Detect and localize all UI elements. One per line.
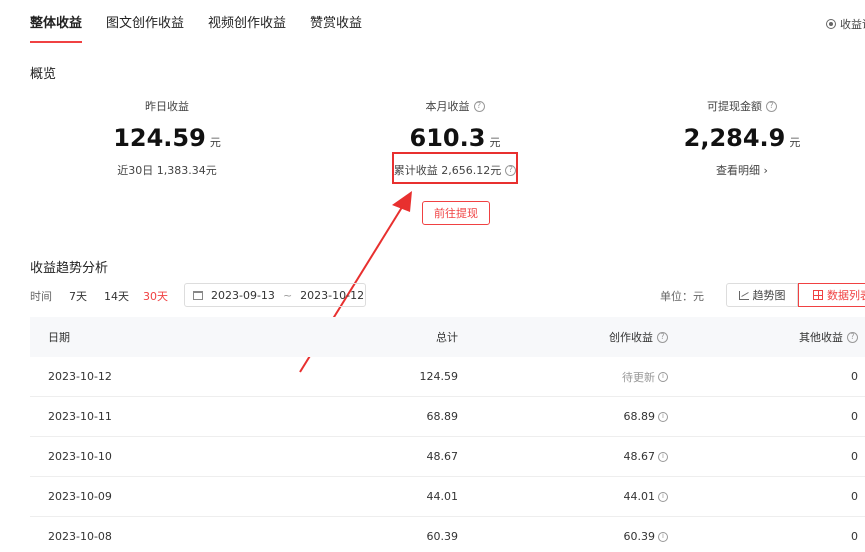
end-date: 2023-10-12 — [300, 288, 365, 302]
col-creation: 创作收益 ? — [458, 329, 668, 345]
info-circle-icon — [826, 19, 836, 29]
income-explain-link[interactable]: 收益说 — [826, 16, 865, 32]
trend-title: 收益趋势分析 — [30, 261, 109, 276]
cell-creation-value: 48.67 — [623, 450, 656, 463]
cell-creation: 44.01 i — [458, 490, 668, 503]
table-row: 2023-10-09 44.01 44.01 i 0 — [30, 477, 865, 517]
tab-video-income[interactable]: 视频创作收益 — [208, 12, 286, 43]
table-header: 日期 总计 创作收益 ? 其他收益 ? — [30, 317, 865, 357]
yesterday-value: 124.59 — [113, 124, 206, 152]
start-date: 2023-09-13 — [211, 288, 275, 302]
unit-label: 单位：元 — [660, 290, 704, 303]
cell-date: 2023-10-09 — [48, 490, 112, 503]
range-7d[interactable]: 7天 — [69, 288, 87, 304]
month-value: 610.3 — [409, 124, 486, 152]
withdrawable-value: 2,284.9 — [683, 124, 786, 152]
data-list-button[interactable]: 数据列表 — [798, 283, 865, 307]
info-icon[interactable]: i — [658, 451, 668, 462]
tab-overall-income[interactable]: 整体收益 — [30, 12, 83, 43]
col-date: 日期 — [48, 331, 70, 344]
cell-date: 2023-10-12 — [48, 370, 112, 383]
yesterday-unit: 元 — [209, 136, 221, 149]
cell-creation-value: 60.39 — [623, 530, 656, 543]
withdrawable-label: 可提现金额 — [707, 100, 762, 113]
cell-total: 44.01 — [426, 490, 459, 503]
col-total: 总计 — [436, 331, 458, 344]
stat-yesterday: 昨日收益 124.59 元 近30日 1,383.34元 — [57, 98, 277, 178]
help-icon[interactable]: ? — [847, 331, 858, 343]
cell-other: 0 — [851, 530, 858, 543]
cell-other: 0 — [851, 410, 858, 423]
month-label: 本月收益 — [425, 100, 470, 113]
yesterday-label: 昨日收益 — [145, 100, 189, 113]
cell-creation-value: 待更新 — [622, 370, 655, 384]
info-icon[interactable]: i — [658, 371, 668, 382]
info-icon[interactable]: i — [658, 491, 668, 502]
info-icon[interactable]: i — [658, 531, 668, 542]
table-icon — [813, 290, 823, 300]
cell-date: 2023-10-08 — [48, 530, 112, 543]
tab-tip-income[interactable]: 赞赏收益 — [310, 12, 362, 43]
time-label: 时间 — [30, 290, 52, 303]
help-icon[interactable]: ? — [473, 100, 485, 112]
income-table: 日期 总计 创作收益 ? 其他收益 ? 2023-10-12 124.59 待更新 i… — [30, 317, 865, 552]
cell-creation: 60.39 i — [458, 530, 668, 543]
cell-other: 0 — [851, 450, 858, 463]
trend-chart-button[interactable]: 趋势图 — [726, 283, 798, 307]
income-tabs: 整体收益 图文创作收益 视频创作收益 赞赏收益 — [30, 12, 362, 43]
tab-article-income[interactable]: 图文创作收益 — [106, 12, 184, 43]
cell-date: 2023-10-11 — [48, 410, 112, 423]
data-list-label: 数据列表 — [827, 290, 865, 302]
trend-chart-label: 趋势图 — [752, 290, 786, 302]
date-range-picker[interactable]: 2023-09-13 ~ 2023-10-12 — [184, 283, 366, 307]
range-14d[interactable]: 14天 — [104, 288, 129, 304]
annotation-highlight-box — [392, 152, 518, 184]
table-body: 2023-10-12 124.59 待更新 i 0 2023-10-11 68.89 68.8… — [30, 357, 865, 552]
help-icon[interactable]: ? — [657, 331, 668, 343]
month-unit: 元 — [489, 136, 501, 149]
line-chart-icon — [738, 290, 749, 300]
info-icon[interactable]: i — [658, 411, 668, 422]
table-row: 2023-10-11 68.89 68.89 i 0 — [30, 397, 865, 437]
cell-date: 2023-10-10 — [48, 450, 112, 463]
table-row: 2023-10-08 60.39 60.39 i 0 — [30, 517, 865, 552]
cell-total: 48.67 — [426, 450, 459, 463]
cell-other: 0 — [851, 490, 858, 503]
view-details-link[interactable]: 查看明细 › — [716, 162, 768, 178]
withdrawable-unit: 元 — [789, 136, 801, 149]
income-explain-label: 收益说 — [840, 18, 865, 31]
date-separator: ~ — [282, 288, 293, 302]
last30-summary: 近30日 1,383.34元 — [117, 164, 217, 177]
calendar-icon — [193, 290, 203, 300]
table-row: 2023-10-10 48.67 48.67 i 0 — [30, 437, 865, 477]
stat-withdrawable: 可提现金额 ? 2,284.9 元 查看明细 › — [632, 98, 852, 178]
cell-creation-value: 44.01 — [623, 490, 656, 503]
range-30d[interactable]: 30天 — [143, 288, 168, 304]
trend-filter-bar: 时间 7天 14天 30天 2023-09-13 ~ 2023-10-12 单位… — [30, 283, 865, 307]
cell-total: 68.89 — [426, 410, 459, 423]
col-other-label: 其他收益 — [799, 331, 843, 344]
cell-creation: 48.67 i — [458, 450, 668, 463]
withdraw-button[interactable]: 前往提现 — [422, 201, 490, 225]
table-row: 2023-10-12 124.59 待更新 i 0 — [30, 357, 865, 397]
cell-creation: 68.89 i — [458, 410, 668, 423]
cell-other: 0 — [851, 370, 858, 383]
cell-total: 124.59 — [419, 370, 459, 383]
cell-creation: 待更新 i — [458, 369, 668, 385]
overview-title: 概览 — [30, 67, 57, 82]
col-other: 其他收益 ? — [668, 329, 858, 345]
col-creation-label: 创作收益 — [609, 331, 653, 344]
cell-total: 60.39 — [426, 530, 459, 543]
help-icon[interactable]: ? — [766, 100, 777, 112]
cell-creation-value: 68.89 — [623, 410, 656, 423]
